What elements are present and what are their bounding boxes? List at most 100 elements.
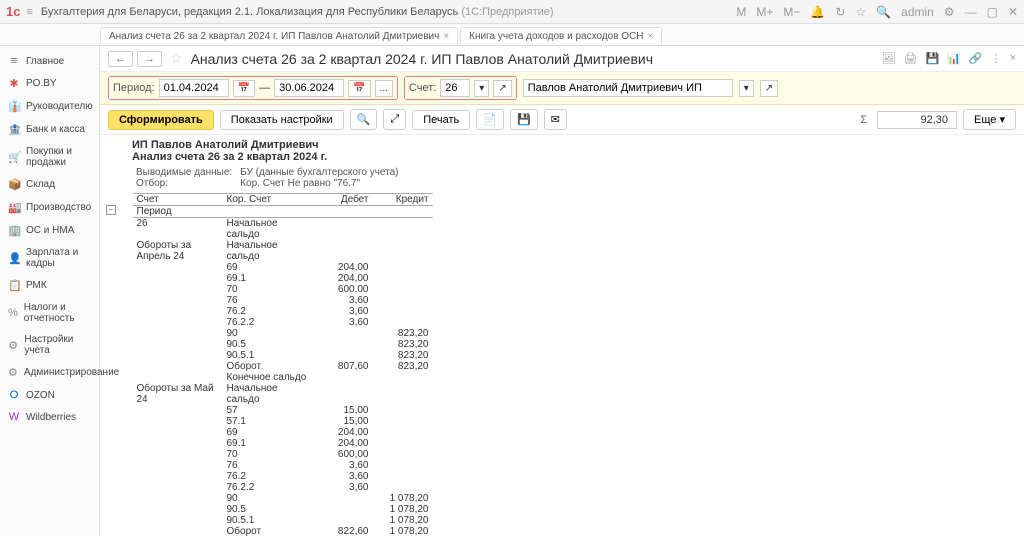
- sidebar-item[interactable]: 🏢ОС и НМА: [0, 219, 99, 242]
- sidebar-item[interactable]: 👔Руководителю: [0, 95, 99, 118]
- dropdown-icon[interactable]: ▾: [474, 80, 489, 97]
- report-title: Анализ счета 26 за 2 квартал 2024 г.: [132, 151, 1016, 163]
- sidebar-item[interactable]: ⚙Администрирование: [0, 361, 99, 384]
- show-settings-button[interactable]: Показать настройки: [220, 110, 344, 130]
- org-input[interactable]: [523, 79, 733, 97]
- sidebar-item[interactable]: 🏦Банк и касса: [0, 118, 99, 141]
- table-row[interactable]: Оборот807,60823,20: [133, 361, 433, 372]
- print-icon[interactable]: 🖨: [903, 52, 917, 65]
- collapse-icon[interactable]: −: [106, 205, 116, 215]
- table-row[interactable]: 90.5.11 078,20: [133, 515, 433, 526]
- report-org: ИП Павлов Анатолий Дмитриевич: [132, 139, 1016, 151]
- table-row[interactable]: 90.5.1823,20: [133, 350, 433, 361]
- table-row[interactable]: 26Начальное сальдо: [133, 218, 433, 241]
- link-icon[interactable]: 🔗: [969, 52, 983, 65]
- close-icon[interactable]: ✕: [1008, 5, 1018, 19]
- calendar-icon[interactable]: 📅: [348, 80, 370, 97]
- more-button[interactable]: Еще ▾: [963, 109, 1016, 130]
- m-icon[interactable]: M: [736, 5, 746, 19]
- table-row[interactable]: 76.2.23,60: [133, 317, 433, 328]
- table-row[interactable]: 763,60: [133, 460, 433, 471]
- back-button[interactable]: ←: [108, 51, 133, 67]
- sidebar-item[interactable]: 🛒Покупки и продажи: [0, 141, 99, 173]
- tab-1[interactable]: Книга учета доходов и расходов ОСН×: [460, 27, 662, 45]
- table-row[interactable]: 90.5823,20: [133, 339, 433, 350]
- period-picker-button[interactable]: ...: [375, 80, 393, 97]
- toolbar: Сформировать Показать настройки 🔍 ⤢ Печа…: [100, 105, 1024, 135]
- sidebar-item[interactable]: OOZON: [0, 384, 99, 406]
- save-disk-button[interactable]: 💾: [510, 109, 538, 130]
- img-icon[interactable]: 🖼: [882, 52, 896, 65]
- account-label: Счет:: [409, 82, 436, 94]
- table-row[interactable]: 90.51 078,20: [133, 504, 433, 515]
- save-icon[interactable]: 💾: [925, 52, 939, 65]
- period-label: Период:: [113, 82, 155, 94]
- table-row[interactable]: 901 078,20: [133, 493, 433, 504]
- app-logo: 1c: [6, 4, 20, 19]
- table-row[interactable]: 5715,00: [133, 405, 433, 416]
- titlebar: 1c ≡ Бухгалтерия для Беларуси, редакция …: [0, 0, 1024, 24]
- sidebar-item[interactable]: ✱PO.BY: [0, 72, 99, 95]
- table-row[interactable]: 70600,00: [133, 284, 433, 295]
- search-icon[interactable]: 🔍: [876, 5, 891, 19]
- sidebar-item[interactable]: ⚙Настройки учета: [0, 329, 99, 361]
- table-row[interactable]: 70600,00: [133, 449, 433, 460]
- account-input[interactable]: [440, 79, 470, 97]
- m-plus-icon[interactable]: M+: [756, 5, 773, 19]
- report-table: Счет Кор. Счет Дебет Кредит Период 26Нач…: [132, 193, 433, 536]
- dropdown-icon[interactable]: ▾: [739, 80, 754, 97]
- maximize-icon[interactable]: ▢: [987, 5, 998, 19]
- open-icon[interactable]: ↗: [760, 80, 778, 97]
- find-button[interactable]: 🔍: [350, 109, 378, 130]
- table-row[interactable]: 69204,00: [133, 427, 433, 438]
- sidebar-item[interactable]: %Налоги и отчетность: [0, 297, 99, 329]
- table-row[interactable]: Обороты за Май 24Начальное сальдо: [133, 383, 433, 405]
- history-icon[interactable]: ↻: [835, 5, 845, 19]
- minimize-icon[interactable]: —: [965, 5, 977, 19]
- table-row[interactable]: 57.115,00: [133, 416, 433, 427]
- table-row[interactable]: Конечное сальдо: [133, 372, 433, 383]
- date-from-input[interactable]: [159, 79, 229, 97]
- table-row[interactable]: 69.1204,00: [133, 438, 433, 449]
- table-row[interactable]: 76.2.23,60: [133, 482, 433, 493]
- table-row[interactable]: 69.1204,00: [133, 273, 433, 284]
- sidebar: ≡Главное✱PO.BY👔Руководителю🏦Банк и касса…: [0, 46, 100, 536]
- sidebar-item[interactable]: ≡Главное: [0, 50, 99, 72]
- table-row[interactable]: 69204,00: [133, 262, 433, 273]
- export-button[interactable]: 📄: [476, 109, 504, 130]
- bell-icon[interactable]: 🔔: [810, 5, 825, 19]
- sidebar-item[interactable]: 📦Склад: [0, 173, 99, 196]
- menu-icon[interactable]: ≡: [26, 6, 32, 18]
- generate-button[interactable]: Сформировать: [108, 110, 214, 130]
- app-title: Бухгалтерия для Беларуси, редакция 2.1. …: [41, 6, 736, 18]
- settings-icon[interactable]: ⚙: [944, 5, 955, 19]
- close-page-icon[interactable]: ×: [1010, 52, 1016, 65]
- expand-button[interactable]: ⤢: [383, 109, 406, 130]
- table-row[interactable]: 763,60: [133, 295, 433, 306]
- forward-button[interactable]: →: [137, 51, 162, 67]
- close-tab-icon[interactable]: ×: [443, 31, 449, 42]
- sidebar-item[interactable]: 🏭Производство: [0, 196, 99, 219]
- date-to-input[interactable]: [274, 79, 344, 97]
- favorite-icon[interactable]: ☆: [170, 50, 183, 67]
- m-minus-icon[interactable]: M−: [783, 5, 800, 19]
- table-row[interactable]: 76.23,60: [133, 471, 433, 482]
- mail-button[interactable]: ✉: [544, 109, 567, 130]
- sidebar-item[interactable]: WWildberries: [0, 406, 99, 428]
- chart-icon[interactable]: 📊: [947, 52, 961, 65]
- print-button[interactable]: Печать: [412, 110, 470, 130]
- star-icon[interactable]: ☆: [855, 5, 866, 19]
- tab-0[interactable]: Анализ счета 26 за 2 квартал 2024 г. ИП …: [100, 27, 458, 45]
- table-row[interactable]: 76.23,60: [133, 306, 433, 317]
- close-tab-icon[interactable]: ×: [648, 31, 654, 42]
- table-row[interactable]: 90823,20: [133, 328, 433, 339]
- more-icon[interactable]: ⋮: [991, 52, 1002, 65]
- table-row[interactable]: Оборот822,601 078,20: [133, 526, 433, 536]
- user-label[interactable]: admin: [901, 5, 934, 19]
- sidebar-item[interactable]: 👤Зарплата и кадры: [0, 242, 99, 274]
- calendar-icon[interactable]: 📅: [233, 80, 255, 97]
- report-area: − ИП Павлов Анатолий Дмитриевич Анализ с…: [100, 135, 1024, 536]
- table-row[interactable]: Обороты за Апрель 24Начальное сальдо: [133, 240, 433, 262]
- sidebar-item[interactable]: 📋РМК: [0, 274, 99, 297]
- open-icon[interactable]: ↗: [493, 80, 511, 97]
